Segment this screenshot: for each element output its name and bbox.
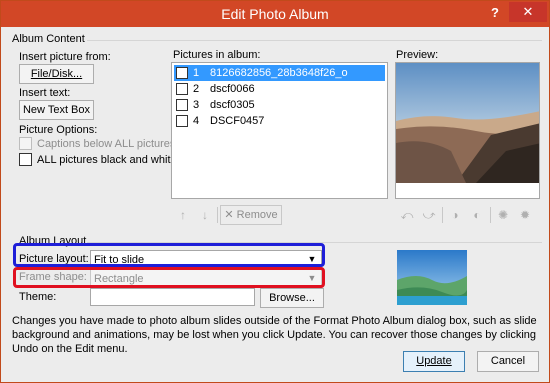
toolbar-separator [490,207,491,223]
arrow-down-icon: ↓ [202,208,208,222]
picture-name: dscf0305 [210,99,255,111]
move-up-button[interactable]: ↑ [173,206,193,224]
picture-checkbox[interactable] [176,83,188,95]
black-white-checkbox[interactable] [19,153,32,166]
picture-options-label: Picture Options: [19,124,98,136]
arrow-up-icon: ↑ [180,208,186,222]
browse-button-label: Browse... [269,292,315,304]
cancel-button-label: Cancel [490,355,526,367]
picture-name: dscf0066 [210,83,255,95]
update-button-label: Update [416,355,452,367]
picture-checkbox[interactable] [176,99,188,111]
captions-label: Captions below ALL pictures [37,138,176,150]
remove-button[interactable]: ✕ Remove [220,205,282,225]
close-icon: ✕ [522,4,534,19]
theme-input[interactable] [90,288,255,306]
theme-label: Theme: [19,291,57,303]
pictures-in-album-label: Pictures in album: [173,49,261,61]
list-item[interactable]: 3 dscf0305 [174,97,385,113]
dialog-title: Edit Photo Album [221,6,329,22]
picture-name: 8126682856_28b3648f26_o [210,67,348,79]
picture-number: 4 [193,115,200,127]
picture-number: 3 [193,99,200,111]
layout-preview-graphic [397,250,467,305]
pictures-list[interactable]: 1 8126682856_28b3648f26_o 2 dscf0066 3 d… [171,62,388,199]
contrast-up-icon[interactable]: ◑ [445,206,465,224]
picture-name: DSCF0457 [210,115,265,127]
new-text-box-button[interactable]: New Text Box [19,100,94,120]
remove-x-icon: ✕ [224,209,234,221]
update-button[interactable]: Update [403,351,465,372]
rotate-left-icon[interactable]: ⤺ [397,206,417,224]
toolbar-separator [217,207,218,223]
cancel-button[interactable]: Cancel [477,351,539,372]
preview-label: Preview: [396,49,439,61]
remove-button-label: Remove [236,209,278,221]
help-button[interactable]: ? [487,5,503,21]
rotate-right-icon[interactable]: ⤻ [419,206,439,224]
captions-checkbox[interactable] [19,137,32,150]
insert-picture-label: Insert picture from: [19,51,111,63]
picture-layout-highlight [13,243,325,267]
black-white-label: ALL pictures black and white [37,154,177,166]
file-disk-button[interactable]: File/Disk... [19,64,94,84]
album-content-group-label: Album Content [12,33,85,45]
picture-number: 2 [193,83,200,95]
album-content-divider [87,40,542,41]
layout-preview-image [397,250,467,305]
move-down-button[interactable]: ↓ [195,206,215,224]
toolbar-separator [442,207,443,223]
list-item[interactable]: 1 8126682856_28b3648f26_o [174,65,385,81]
canyon-preview-image [396,63,539,198]
list-item[interactable]: 2 dscf0066 [174,81,385,97]
brightness-down-icon[interactable]: ✹ [515,206,535,224]
preview-image [395,62,540,199]
picture-checkbox[interactable] [176,67,188,79]
insert-text-label: Insert text: [19,87,71,99]
picture-checkbox[interactable] [176,115,188,127]
new-text-box-button-label: New Text Box [22,104,91,116]
warning-note: Changes you have made to photo album sli… [12,315,537,355]
title-bar: Edit Photo Album ? ✕ [1,1,549,27]
brightness-up-icon[interactable]: ✺ [493,206,513,224]
picture-number: 1 [193,67,200,79]
list-item[interactable]: 4 DSCF0457 [174,113,385,129]
close-button[interactable]: ✕ [509,2,547,22]
frame-shape-highlight [13,267,325,288]
edit-photo-album-dialog: Edit Photo Album ? ✕ Album Content Inser… [0,0,550,383]
file-disk-button-label: File/Disk... [30,68,83,80]
contrast-down-icon[interactable]: ◐ [467,206,487,224]
browse-button[interactable]: Browse... [260,288,324,308]
